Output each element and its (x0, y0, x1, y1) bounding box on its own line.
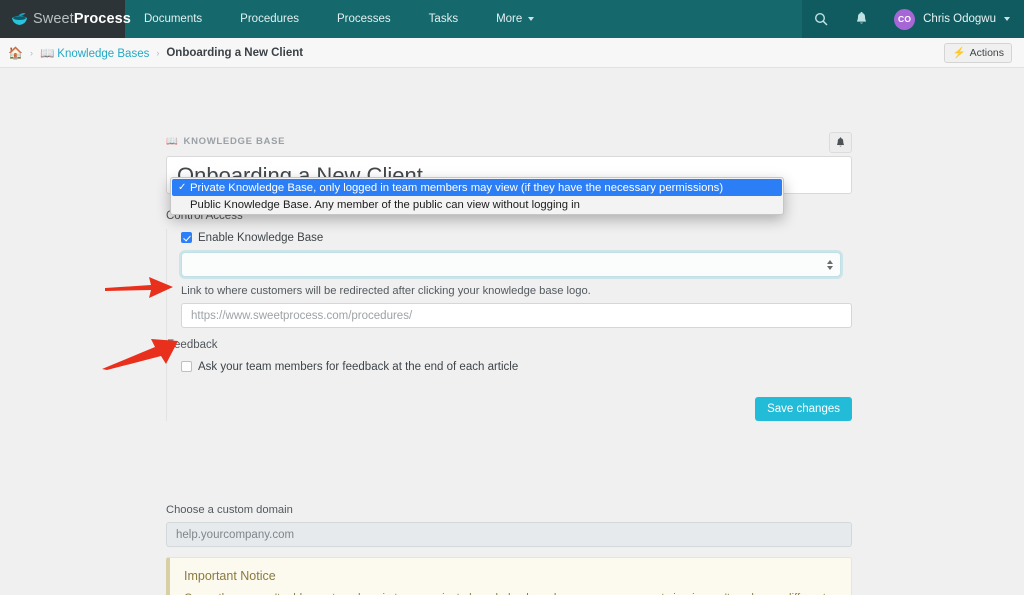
brand-name: SweetProcess (33, 11, 131, 27)
feedback-label: Feedback (167, 339, 852, 351)
actions-button[interactable]: ⚡ Actions (944, 43, 1012, 63)
nav-item-processes-label: Processes (337, 13, 391, 25)
bell-icon[interactable] (848, 6, 874, 32)
chevron-down-icon (827, 266, 833, 270)
brand-word-1: Sweet (33, 11, 74, 27)
user-name: Chris Odogwu (923, 13, 996, 25)
home-icon[interactable]: 🏠 (8, 47, 23, 59)
visibility-dropdown-list[interactable]: ✓ Private Knowledge Base, only logged in… (170, 177, 784, 215)
breadcrumb-parent-label: Knowledge Bases (57, 48, 149, 60)
nav-item-procedures[interactable]: Procedures (221, 0, 318, 38)
feedback-row[interactable]: Ask your team members for feedback at th… (181, 358, 852, 375)
redirect-url-input[interactable] (181, 303, 852, 328)
save-changes-button[interactable]: Save changes (755, 397, 852, 421)
nav-item-more-label: More (496, 13, 522, 25)
redirect-help-text: Link to where customers will be redirect… (181, 285, 852, 297)
user-menu[interactable]: CO Chris Odogwu (888, 9, 1010, 30)
visibility-option-private-label: Private Knowledge Base, only logged in t… (190, 182, 723, 194)
chevron-down-icon (1004, 17, 1010, 21)
kb-section-label: 📖 KNOWLEDGE BASE (166, 136, 852, 147)
enable-kb-label: Enable Knowledge Base (198, 232, 323, 244)
brand-logo[interactable]: SweetProcess (0, 0, 125, 38)
arrow-to-private-option (105, 271, 175, 301)
enable-kb-row[interactable]: Enable Knowledge Base (181, 229, 852, 246)
nav-item-more[interactable]: More (477, 0, 553, 38)
book-icon: 📖 (166, 136, 179, 147)
control-access-group: Enable Knowledge Base Link to where cust… (166, 229, 852, 421)
knowledge-base-settings-card: 📖 KNOWLEDGE BASE Control Access Enable K… (166, 136, 852, 421)
breadcrumb-separator-2: › (156, 48, 159, 58)
chevron-up-icon (827, 260, 833, 264)
chevron-down-icon (528, 17, 534, 21)
breadcrumb-separator-1: › (30, 48, 33, 58)
visibility-option-public[interactable]: Public Knowledge Base. Any member of the… (172, 196, 782, 213)
nav-item-processes[interactable]: Processes (318, 0, 410, 38)
check-icon: ✓ (178, 182, 190, 193)
nav-item-documents-label: Documents (144, 13, 202, 25)
lightning-bolt-icon: ⚡ (952, 46, 965, 59)
breadcrumb-parent[interactable]: 📖Knowledge Bases (40, 46, 149, 60)
feedback-checkbox[interactable] (181, 361, 192, 372)
save-row: Save changes (181, 397, 852, 421)
kb-section-label-text: KNOWLEDGE BASE (184, 136, 286, 147)
custom-domain-section: Choose a custom domain Important Notice … (166, 504, 852, 595)
important-notice: Important Notice Currently, you can't ad… (166, 557, 852, 595)
top-navbar: SweetProcess Documents Procedures Proces… (0, 0, 1024, 38)
sweetprocess-logo-icon (11, 12, 28, 26)
navbar-right: CO Chris Odogwu (802, 0, 1024, 38)
important-notice-title: Important Notice (184, 569, 837, 583)
book-icon: 📖 (40, 48, 54, 60)
important-notice-body: Currently, you can't add a custom domain… (184, 590, 837, 595)
visibility-select-stepper[interactable] (827, 260, 833, 270)
visibility-option-public-label: Public Knowledge Base. Any member of the… (190, 199, 580, 211)
custom-domain-input (166, 522, 852, 547)
custom-domain-label: Choose a custom domain (166, 504, 852, 516)
actions-button-label: Actions (970, 47, 1004, 59)
enable-kb-checkbox[interactable] (181, 232, 192, 243)
visibility-select-wrap (181, 252, 841, 277)
nav-links: Documents Procedures Processes Tasks Mor… (125, 0, 553, 38)
breadcrumb-bar: 🏠 › 📖Knowledge Bases › Onboarding a New … (0, 38, 1024, 68)
brand-word-2: Process (74, 11, 131, 27)
page-content: 📖 KNOWLEDGE BASE Control Access Enable K… (0, 68, 1024, 595)
nav-item-documents[interactable]: Documents (125, 0, 221, 38)
nav-item-procedures-label: Procedures (240, 13, 299, 25)
visibility-option-private[interactable]: ✓ Private Knowledge Base, only logged in… (172, 179, 782, 196)
feedback-checkbox-label: Ask your team members for feedback at th… (198, 361, 518, 373)
notify-subscribers-button[interactable] (829, 132, 852, 153)
breadcrumb: 🏠 › 📖Knowledge Bases › Onboarding a New … (8, 46, 303, 60)
visibility-select[interactable] (181, 252, 841, 277)
breadcrumb-current: Onboarding a New Client (166, 47, 303, 59)
nav-item-tasks[interactable]: Tasks (410, 0, 477, 38)
avatar: CO (894, 9, 915, 30)
search-icon[interactable] (808, 6, 834, 32)
nav-item-tasks-label: Tasks (429, 13, 458, 25)
